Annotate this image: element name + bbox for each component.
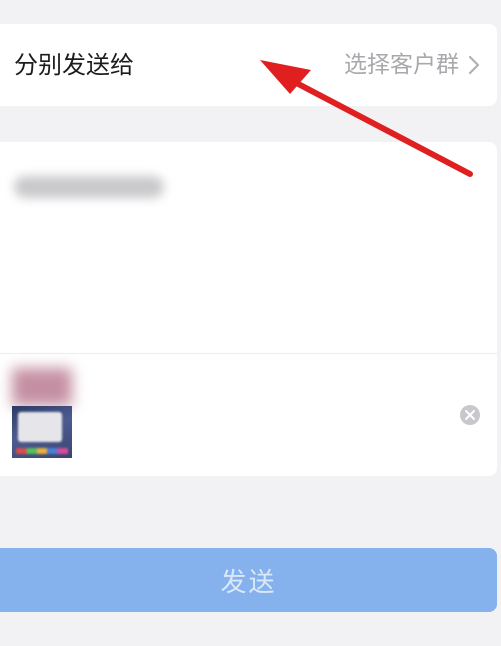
select-customer-group-button[interactable]: 选择客户群 — [344, 48, 481, 82]
chevron-right-icon — [468, 55, 480, 75]
select-customer-group-label: 选择客户群 — [344, 52, 459, 78]
attachment-thumbnail[interactable] — [12, 368, 72, 458]
message-text-blurred[interactable] — [14, 176, 164, 198]
recipient-row[interactable]: 分别发送给 选择客户群 — [0, 24, 497, 106]
message-content-card — [0, 142, 497, 476]
thumbnail-blurred-top — [12, 368, 72, 406]
recipient-label: 分别发送给 — [14, 51, 134, 79]
thumbnail-window — [18, 412, 62, 442]
close-circle-icon[interactable] — [459, 404, 481, 426]
divider — [0, 353, 497, 354]
thumbnail-dock — [16, 448, 68, 454]
send-button[interactable]: 发送 — [0, 548, 497, 612]
